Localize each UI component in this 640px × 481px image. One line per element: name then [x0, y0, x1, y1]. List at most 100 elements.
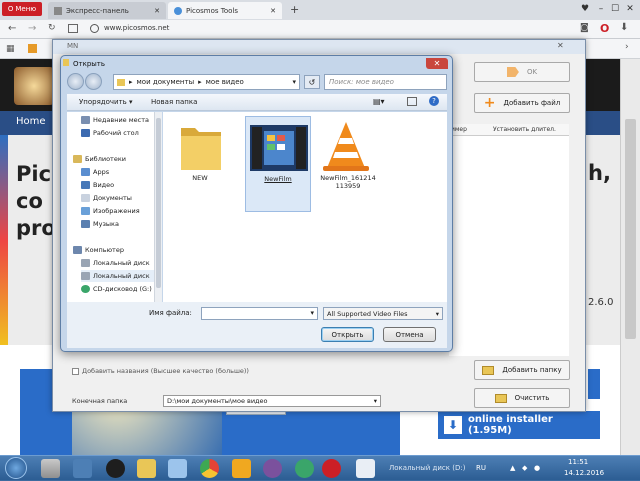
close-window-button[interactable]: ✕ — [623, 3, 637, 15]
ok-button[interactable]: OK — [474, 62, 570, 82]
add-file-button[interactable]: + Добавить файл — [474, 93, 570, 113]
preview-pane-icon[interactable] — [407, 97, 417, 106]
tray-app-icon[interactable]: ● — [534, 464, 540, 472]
filename-input[interactable]: ▾ — [201, 307, 318, 320]
ccleaner-icon[interactable] — [106, 459, 125, 478]
back-button[interactable] — [67, 73, 84, 90]
breadcrumb-item[interactable]: мое видео — [206, 78, 244, 86]
network-icon[interactable]: ▲ — [510, 464, 515, 472]
forward-button[interactable] — [85, 73, 102, 90]
online-installer-button[interactable]: ⬇ online installer (1.95M) — [438, 411, 600, 439]
opera-taskbar-icon[interactable] — [322, 459, 341, 478]
nav-item-cd-drive[interactable]: CD-дисковод (G:) — [81, 283, 152, 295]
file-list: NEW NewFilm NewFilm_161214 113959 — [163, 112, 447, 302]
chrome-icon[interactable] — [200, 459, 219, 478]
destination-select[interactable]: D:\мои документы\мое видео ▾ — [163, 395, 381, 407]
chevron-down-icon[interactable]: ▾ — [310, 309, 314, 317]
file-item[interactable]: NEW — [167, 118, 233, 182]
page-scrollbar[interactable] — [620, 59, 640, 455]
nav-item-documents[interactable]: Документы — [81, 192, 132, 204]
tabs-grid-icon[interactable] — [68, 24, 78, 33]
running-app-icon[interactable] — [356, 459, 375, 478]
scrollbar-thumb[interactable] — [625, 119, 636, 339]
nav-item-desktop[interactable]: Рабочий стол — [81, 127, 139, 139]
dialog-close-button[interactable]: ✕ — [426, 58, 448, 69]
bookmark-icon[interactable] — [28, 44, 37, 53]
nav-item-music[interactable]: Музыка — [81, 218, 119, 230]
filetype-select[interactable]: All Supported Video Files ▾ — [323, 307, 443, 320]
picosmos-logo-icon — [14, 67, 54, 105]
close-tab-icon[interactable]: ✕ — [154, 7, 160, 15]
messenger-icon[interactable] — [295, 459, 314, 478]
scrollbar-thumb[interactable] — [156, 118, 161, 288]
picosmos-favicon-icon — [174, 6, 182, 15]
camera-icon[interactable]: ◙ — [580, 23, 589, 33]
chevron-down-icon: ▾ — [435, 309, 439, 318]
download-icon[interactable]: ⬇ — [620, 22, 628, 33]
chevron-right-icon[interactable]: › — [625, 42, 629, 52]
tray-drive-label: Локальный диск (D:) — [389, 464, 466, 472]
forward-arrow-icon[interactable]: → — [28, 23, 36, 34]
volume-icon[interactable]: ◆ — [522, 464, 527, 472]
app-window-icon[interactable] — [168, 459, 187, 478]
opera-menu-button[interactable]: O Меню — [2, 2, 42, 16]
opera-logo-icon[interactable]: O — [600, 22, 609, 35]
app-close-icon[interactable]: ✕ — [557, 41, 564, 50]
add-titles-checkbox-row[interactable]: Добавить названия (Высшее качество (боль… — [72, 367, 249, 375]
refresh-icon[interactable]: ↺ — [304, 75, 320, 89]
clock-date[interactable]: 14.12.2016 — [564, 469, 604, 477]
tab-express-panel[interactable]: Экспресс-панель ✕ — [48, 2, 166, 19]
reload-icon[interactable]: ↻ — [48, 23, 56, 33]
nav-home-link[interactable]: Home — [16, 116, 46, 127]
file-table-body — [449, 136, 569, 356]
chevron-down-icon[interactable]: ▾ — [292, 78, 296, 86]
open-button[interactable]: Открыть — [321, 327, 374, 342]
search-input[interactable]: Поиск: мое видео — [324, 74, 447, 90]
heart-icon[interactable]: ♥ — [578, 3, 592, 15]
new-folder-button[interactable]: Новая папка — [151, 98, 197, 106]
tab-picosmos[interactable]: Picosmos Tools ✕ — [168, 2, 282, 19]
file-table-header: имер Установить длител. — [449, 124, 569, 136]
file-item[interactable]: NewFilm_161214 113959 — [313, 118, 383, 190]
new-tab-button[interactable]: + — [290, 3, 299, 16]
nav-item-libraries[interactable]: Библиотеки — [73, 153, 126, 165]
nav-item-computer[interactable]: Компьютер — [73, 244, 124, 256]
dialog-app-icon — [63, 59, 69, 66]
file-item-selected[interactable]: NewFilm — [245, 116, 311, 212]
recent-places-icon — [81, 116, 90, 124]
clock-time[interactable]: 11:51 — [568, 458, 588, 466]
view-options-icon[interactable]: ▤▾ — [373, 97, 385, 106]
clear-button[interactable]: Очистить — [474, 388, 570, 408]
close-tab-icon[interactable]: ✕ — [270, 7, 276, 15]
back-arrow-icon[interactable]: ← — [8, 23, 16, 34]
paint-icon[interactable] — [73, 459, 92, 478]
nav-item-apps[interactable]: Apps — [81, 166, 109, 178]
minimize-button[interactable]: – — [594, 3, 608, 15]
nav-item-video[interactable]: Видео — [81, 179, 114, 191]
system-tray: Локальный диск (D:) RU ▲ ◆ ● 11:51 14.12… — [389, 456, 640, 481]
grid-icon[interactable]: ▦ — [6, 44, 15, 54]
cancel-button[interactable]: Отмена — [383, 327, 436, 342]
nav-item-recent[interactable]: Недавние места — [81, 114, 149, 126]
nav-item-local-disk[interactable]: Локальный диск — [81, 270, 161, 282]
documents-icon — [81, 194, 90, 202]
navigation-scrollbar[interactable] — [154, 112, 162, 302]
tools-icon[interactable] — [41, 459, 60, 478]
vlc-cone-icon — [323, 122, 369, 171]
viber-icon[interactable] — [263, 459, 282, 478]
breadcrumb-item[interactable]: мои документы — [137, 78, 195, 86]
url-field[interactable]: www.picosmos.net — [104, 24, 169, 32]
start-button[interactable] — [5, 457, 27, 479]
language-indicator[interactable]: RU — [476, 464, 486, 472]
archive-icon[interactable] — [232, 459, 251, 478]
checkbox[interactable] — [72, 367, 79, 375]
add-folder-button[interactable]: Добавить папку — [474, 360, 570, 380]
breadcrumb[interactable]: ▸ мои документы ▸ мое видео ▾ — [113, 74, 300, 90]
nav-item-images[interactable]: Изображения — [81, 205, 140, 217]
help-icon[interactable]: ? — [429, 96, 439, 106]
organize-button[interactable]: Упорядочить ▾ — [79, 98, 133, 106]
nav-item-local-disk[interactable]: Локальный диск — [81, 257, 150, 269]
explorer-icon[interactable] — [137, 459, 156, 478]
maximize-button[interactable]: ☐ — [608, 3, 622, 15]
site-info-icon[interactable] — [90, 24, 99, 33]
